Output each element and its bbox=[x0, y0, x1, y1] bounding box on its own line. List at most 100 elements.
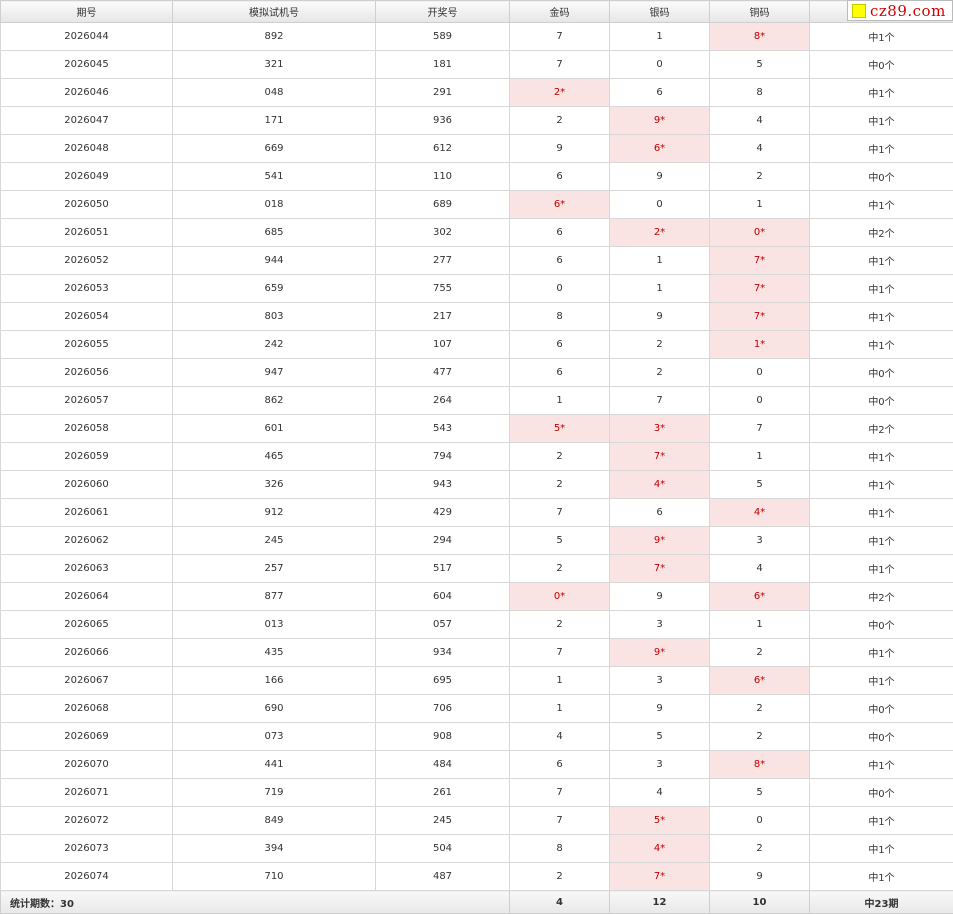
cell-gold-code: 6 bbox=[509, 750, 610, 779]
footer-result-total: 中23期 bbox=[809, 890, 953, 914]
cell-trial-number: 719 bbox=[172, 778, 376, 807]
cell-gold-code: 1 bbox=[509, 666, 610, 695]
table-row: 2026053 659 755 0 1 7* 中1个 bbox=[0, 274, 953, 303]
cell-draw-number: 943 bbox=[375, 470, 510, 499]
cell-silver-code: 0 bbox=[609, 190, 710, 219]
cell-trial-number: 435 bbox=[172, 638, 376, 667]
cell-issue: 2026062 bbox=[0, 526, 173, 555]
table-row: 2026051 685 302 6 2* 0* 中2个 bbox=[0, 218, 953, 247]
cell-gold-code: 6 bbox=[509, 358, 610, 387]
cell-result: 中2个 bbox=[809, 414, 953, 443]
table-row: 2026067 166 695 1 3 6* 中1个 bbox=[0, 666, 953, 695]
cell-draw-number: 755 bbox=[375, 274, 510, 303]
cell-silver-code: 9 bbox=[609, 162, 710, 191]
site-watermark: cz89.com bbox=[847, 0, 953, 21]
cell-gold-code: 7 bbox=[509, 22, 610, 51]
cell-bronze-code: 7 bbox=[709, 414, 810, 443]
table-row: 2026044 892 589 7 1 8* 中1个 bbox=[0, 22, 953, 51]
cell-gold-code: 5 bbox=[509, 526, 610, 555]
cell-gold-code: 8 bbox=[509, 834, 610, 863]
cell-issue: 2026068 bbox=[0, 694, 173, 723]
cell-issue: 2026067 bbox=[0, 666, 173, 695]
table-row: 2026070 441 484 6 3 8* 中1个 bbox=[0, 750, 953, 779]
cell-gold-code: 6 bbox=[509, 218, 610, 247]
cell-silver-code: 4 bbox=[609, 778, 710, 807]
cell-trial-number: 912 bbox=[172, 498, 376, 527]
cell-draw-number: 487 bbox=[375, 862, 510, 891]
cell-bronze-code: 0* bbox=[709, 218, 810, 247]
cell-trial-number: 171 bbox=[172, 106, 376, 135]
cell-silver-code: 9* bbox=[609, 638, 710, 667]
cell-issue: 2026055 bbox=[0, 330, 173, 359]
cell-trial-number: 394 bbox=[172, 834, 376, 863]
cell-bronze-code: 9 bbox=[709, 862, 810, 891]
cell-trial-number: 947 bbox=[172, 358, 376, 387]
table-row: 2026056 947 477 6 2 0 中0个 bbox=[0, 358, 953, 387]
table-row: 2026066 435 934 7 9* 2 中1个 bbox=[0, 638, 953, 667]
cell-trial-number: 803 bbox=[172, 302, 376, 331]
cell-issue: 2026069 bbox=[0, 722, 173, 751]
table-row: 2026068 690 706 1 9 2 中0个 bbox=[0, 694, 953, 723]
cell-result: 中1个 bbox=[809, 134, 953, 163]
cell-result: 中1个 bbox=[809, 750, 953, 779]
cell-draw-number: 612 bbox=[375, 134, 510, 163]
cell-silver-code: 9 bbox=[609, 582, 710, 611]
table-row: 2026069 073 908 4 5 2 中0个 bbox=[0, 722, 953, 751]
cell-bronze-code: 4* bbox=[709, 498, 810, 527]
cell-result: 中1个 bbox=[809, 554, 953, 583]
footer-period-count: 统计期数：30 bbox=[0, 890, 510, 914]
cell-result: 中1个 bbox=[809, 302, 953, 331]
cell-issue: 2026060 bbox=[0, 470, 173, 499]
cell-gold-code: 2* bbox=[509, 78, 610, 107]
cell-bronze-code: 7* bbox=[709, 302, 810, 331]
cell-trial-number: 669 bbox=[172, 134, 376, 163]
cell-result: 中1个 bbox=[809, 834, 953, 863]
cell-result: 中0个 bbox=[809, 722, 953, 751]
cell-trial-number: 018 bbox=[172, 190, 376, 219]
cell-draw-number: 261 bbox=[375, 778, 510, 807]
cell-result: 中1个 bbox=[809, 442, 953, 471]
cell-bronze-code: 5 bbox=[709, 50, 810, 79]
cell-draw-number: 302 bbox=[375, 218, 510, 247]
column-header-draw-number: 开奖号 bbox=[375, 0, 510, 23]
cell-trial-number: 048 bbox=[172, 78, 376, 107]
cell-draw-number: 604 bbox=[375, 582, 510, 611]
cell-issue: 2026047 bbox=[0, 106, 173, 135]
cell-draw-number: 934 bbox=[375, 638, 510, 667]
cell-bronze-code: 5 bbox=[709, 470, 810, 499]
cell-issue: 2026050 bbox=[0, 190, 173, 219]
cell-result: 中0个 bbox=[809, 386, 953, 415]
cell-issue: 2026053 bbox=[0, 274, 173, 303]
cell-silver-code: 1 bbox=[609, 22, 710, 51]
cell-issue: 2026074 bbox=[0, 862, 173, 891]
cell-draw-number: 706 bbox=[375, 694, 510, 723]
table-row: 2026050 018 689 6* 0 1 中1个 bbox=[0, 190, 953, 219]
table-row: 2026055 242 107 6 2 1* 中1个 bbox=[0, 330, 953, 359]
cell-issue: 2026044 bbox=[0, 22, 173, 51]
cell-trial-number: 892 bbox=[172, 22, 376, 51]
table-row: 2026048 669 612 9 6* 4 中1个 bbox=[0, 134, 953, 163]
cell-silver-code: 9 bbox=[609, 302, 710, 331]
cell-trial-number: 245 bbox=[172, 526, 376, 555]
cell-trial-number: 166 bbox=[172, 666, 376, 695]
cell-gold-code: 8 bbox=[509, 302, 610, 331]
watermark-text: cz89.com bbox=[870, 1, 946, 20]
cell-silver-code: 6* bbox=[609, 134, 710, 163]
cell-bronze-code: 3 bbox=[709, 526, 810, 555]
cell-trial-number: 073 bbox=[172, 722, 376, 751]
cell-draw-number: 429 bbox=[375, 498, 510, 527]
cell-gold-code: 7 bbox=[509, 498, 610, 527]
cell-draw-number: 477 bbox=[375, 358, 510, 387]
table-row: 2026062 245 294 5 9* 3 中1个 bbox=[0, 526, 953, 555]
cell-bronze-code: 7* bbox=[709, 274, 810, 303]
cell-trial-number: 013 bbox=[172, 610, 376, 639]
cell-draw-number: 589 bbox=[375, 22, 510, 51]
cell-draw-number: 908 bbox=[375, 722, 510, 751]
cell-bronze-code: 4 bbox=[709, 134, 810, 163]
footer-gold-total: 4 bbox=[509, 890, 610, 914]
cell-result: 中1个 bbox=[809, 274, 953, 303]
cell-result: 中0个 bbox=[809, 50, 953, 79]
cell-draw-number: 543 bbox=[375, 414, 510, 443]
cell-draw-number: 107 bbox=[375, 330, 510, 359]
cell-issue: 2026049 bbox=[0, 162, 173, 191]
